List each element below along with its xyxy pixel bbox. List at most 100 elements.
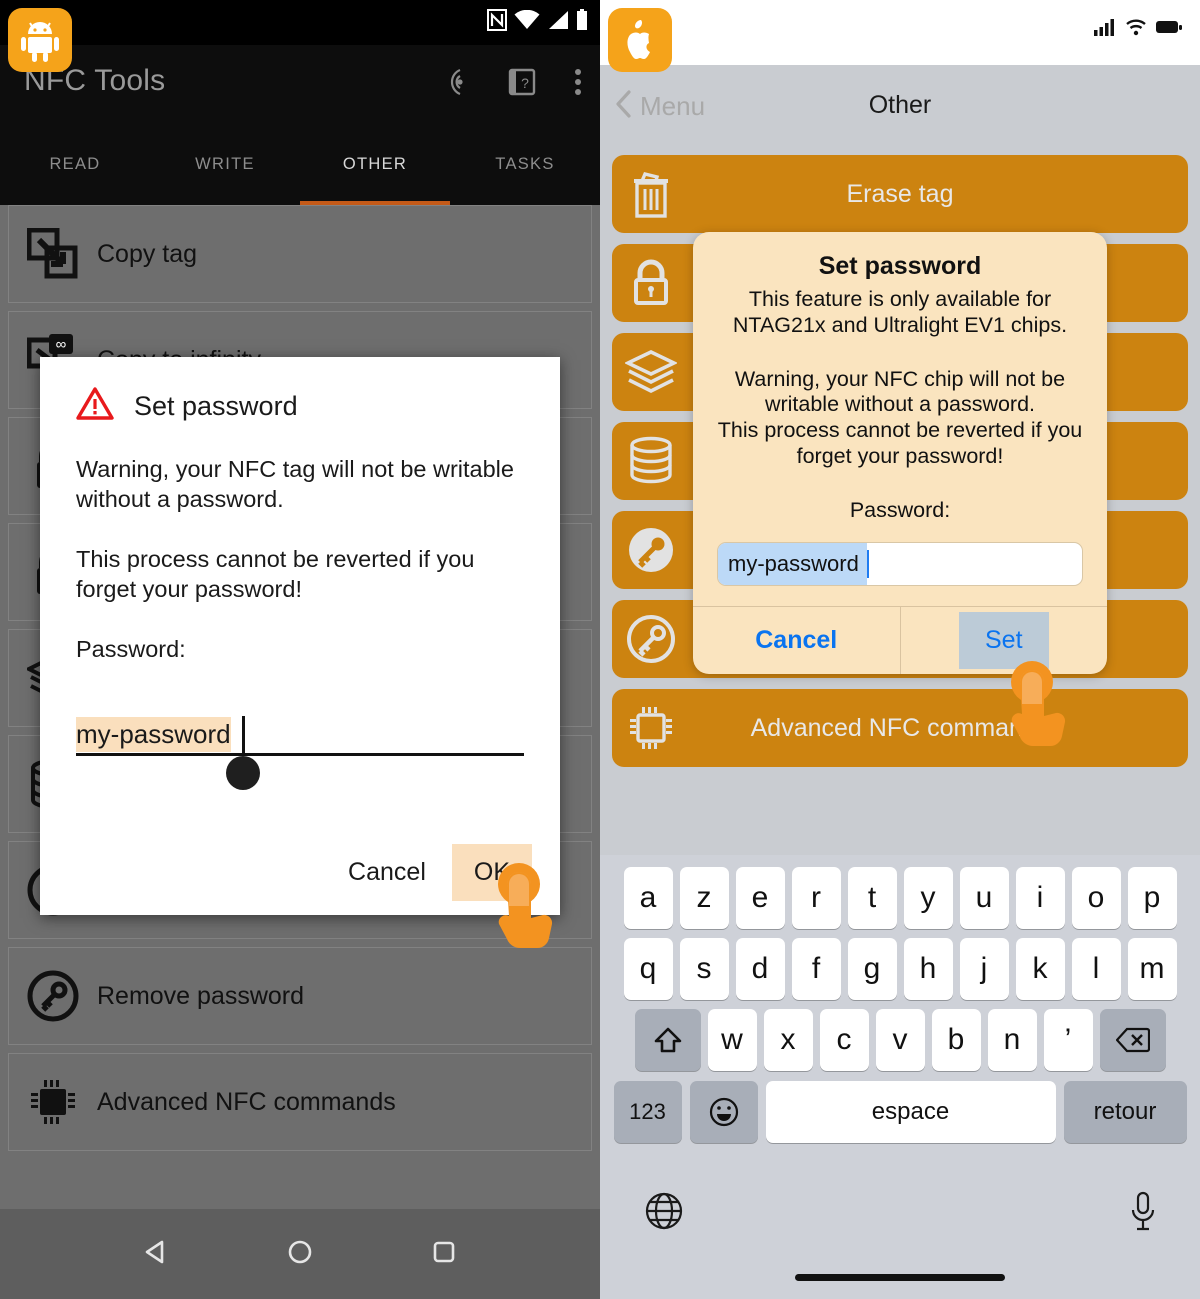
android-toolbar-icons: ? xyxy=(440,67,582,102)
nfc-scan-icon[interactable] xyxy=(440,67,470,102)
back-triangle-icon[interactable] xyxy=(143,1239,169,1270)
android-set-password-dialog: Set password Warning, your NFC tag will … xyxy=(40,357,560,915)
return-key[interactable]: retour xyxy=(1063,1081,1187,1143)
key-p[interactable]: p xyxy=(1127,867,1177,929)
wifi-icon xyxy=(1125,18,1147,41)
key-k[interactable]: k xyxy=(1015,938,1065,1000)
key-f[interactable]: f xyxy=(791,938,841,1000)
ios-status-bar xyxy=(600,0,1200,65)
space-key[interactable]: espace xyxy=(765,1081,1056,1143)
erase-tag-button[interactable]: Erase tag xyxy=(612,155,1188,233)
key-circle-icon xyxy=(612,524,690,576)
microphone-icon[interactable] xyxy=(1130,1191,1156,1238)
battery-icon xyxy=(576,9,588,36)
list-item-advanced-nfc[interactable]: Advanced NFC commands xyxy=(8,1053,592,1151)
key-l[interactable]: l xyxy=(1071,938,1121,1000)
lock-icon xyxy=(612,258,690,308)
password-input-value: my-password xyxy=(76,717,231,753)
tab-tasks[interactable]: TASKS xyxy=(450,130,600,205)
set-button[interactable]: Set xyxy=(899,606,1108,674)
key-d[interactable]: d xyxy=(735,938,785,1000)
key-n[interactable]: n xyxy=(987,1009,1037,1071)
tab-read[interactable]: READ xyxy=(0,130,150,205)
password-input[interactable]: my-password xyxy=(717,541,1083,586)
key-g[interactable]: g xyxy=(847,938,897,1000)
overflow-menu-icon[interactable] xyxy=(574,67,582,102)
text-caret xyxy=(242,716,245,755)
key-s[interactable]: s xyxy=(679,938,729,1000)
cancel-button[interactable]: Cancel xyxy=(693,607,900,674)
dialog-warning-1: Warning, your NFC tag will not be writab… xyxy=(76,456,514,513)
dialog-warning-2: This process cannot be reverted if you f… xyxy=(76,546,475,603)
globe-icon[interactable] xyxy=(644,1191,684,1236)
key-circle-icon xyxy=(612,613,690,665)
battery-icon xyxy=(1156,20,1182,39)
key-c[interactable]: c xyxy=(819,1009,869,1071)
ios-dialog-actions: Cancel Set xyxy=(693,605,1108,674)
ios-button-label: Erase tag xyxy=(846,179,954,208)
keyboard-row-1: a z e r t y u i o p xyxy=(600,867,1200,929)
ios-nav-bar: Menu Other xyxy=(600,65,1200,150)
list-item-remove-password[interactable]: Remove password xyxy=(8,947,592,1045)
ok-button[interactable]: OK xyxy=(451,844,532,901)
home-indicator[interactable] xyxy=(795,1274,1005,1281)
ios-screen: Menu Other Erase tag Advanced NFC comman… xyxy=(600,0,1200,1299)
ios-app-logo xyxy=(608,8,672,72)
android-app-logo xyxy=(8,8,72,72)
key-q[interactable]: q xyxy=(623,938,673,1000)
key-t[interactable]: t xyxy=(847,867,897,929)
key-h[interactable]: h xyxy=(903,938,953,1000)
dialog-subtitle: This feature is only available for NTAG2… xyxy=(732,287,1068,337)
home-circle-icon[interactable] xyxy=(287,1239,313,1270)
dialog-password-label: Password: xyxy=(76,636,186,663)
ios-keyboard: a z e r t y u i o p q s d f g h j k l m xyxy=(600,855,1200,1299)
list-item[interactable]: Copy tag xyxy=(8,205,592,303)
backspace-icon[interactable] xyxy=(1099,1009,1166,1071)
shift-up-icon[interactable] xyxy=(634,1009,701,1071)
emoji-smiley-icon[interactable] xyxy=(689,1081,758,1143)
key-x[interactable]: x xyxy=(763,1009,813,1071)
key-i[interactable]: i xyxy=(1015,867,1065,929)
keyboard-bottom-row: 123 espace retour xyxy=(600,1081,1200,1143)
keyboard-row-3: w x c v b n ’ xyxy=(600,1009,1200,1071)
key-z[interactable]: z xyxy=(679,867,729,929)
ios-page-title: Other xyxy=(868,91,932,119)
password-input[interactable]: my-password xyxy=(76,712,524,791)
advanced-nfc-commands-button[interactable]: Advanced NFC commands xyxy=(612,689,1188,767)
key-w[interactable]: w xyxy=(707,1009,757,1071)
input-underline xyxy=(76,753,524,757)
set-button-label: Set xyxy=(958,611,1049,669)
key-a[interactable]: a xyxy=(623,867,673,929)
svg-text:∞: ∞ xyxy=(56,336,67,353)
dialog-warning-1: Warning, your NFC chip will not be writa… xyxy=(734,366,1066,417)
numbers-key[interactable]: 123 xyxy=(613,1081,682,1143)
android-tab-bar: READ WRITE OTHER TASKS xyxy=(0,130,600,205)
key-y[interactable]: y xyxy=(903,867,953,929)
key-r[interactable]: r xyxy=(791,867,841,929)
dialog-password-label: Password: xyxy=(849,497,951,522)
key-apostrophe[interactable]: ’ xyxy=(1043,1009,1093,1071)
keyboard-row-2: q s d f g h j k l m xyxy=(600,938,1200,1000)
keyboard-utility-row xyxy=(600,1191,1200,1251)
key-j[interactable]: j xyxy=(959,938,1009,1000)
key-v[interactable]: v xyxy=(875,1009,925,1071)
tab-other[interactable]: OTHER xyxy=(300,130,450,205)
key-circle-icon xyxy=(9,970,97,1022)
key-o[interactable]: o xyxy=(1071,867,1121,929)
key-m[interactable]: m xyxy=(1127,938,1177,1000)
recents-square-icon[interactable] xyxy=(431,1239,457,1270)
dialog-title: Set password xyxy=(818,252,982,280)
key-u[interactable]: u xyxy=(959,867,1009,929)
android-screen: NFC Tools ? READ WRITE OTHER TASKS Copy … xyxy=(0,0,600,1299)
apple-logo-icon xyxy=(627,20,650,59)
cancel-button[interactable]: Cancel xyxy=(330,844,444,901)
tab-write[interactable]: WRITE xyxy=(150,130,300,205)
text-selection-handle[interactable] xyxy=(226,756,260,791)
copy-tag-icon xyxy=(9,228,97,280)
list-item-label: Copy tag xyxy=(97,239,198,268)
help-book-icon[interactable]: ? xyxy=(508,67,536,102)
android-app-bar: NFC Tools ? xyxy=(0,45,600,130)
key-e[interactable]: e xyxy=(735,867,785,929)
key-b[interactable]: b xyxy=(931,1009,981,1071)
ios-set-password-dialog: Set password This feature is only availa… xyxy=(693,232,1107,674)
